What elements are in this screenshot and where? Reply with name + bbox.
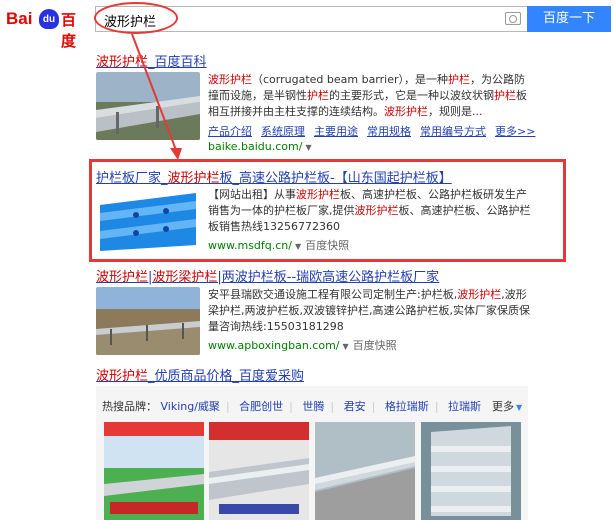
header: Bai du 百度 波形护栏 百度一下 [0,0,615,50]
result-url[interactable]: baike.baidu.com/▼ [208,140,312,153]
result-4: 波形护栏_优质商品价格_百度爱采购 [96,365,304,384]
result-title[interactable]: 波形护栏_优质商品价格_百度爱采购 [96,365,304,384]
brand-link[interactable]: 君安 [344,400,366,413]
product-panel: 热搜品牌： Viking/威聚 | 合肥创世 | 世腾 | 君安 | 格拉瑞斯 | 拉瑞斯… [96,386,528,520]
link-more[interactable]: 更多>> [495,125,535,138]
result-abstract: 安平县瑞欧交通设施工程有限公司定制生产:护栏板,波形护栏,波形梁护栏,两波护栏板… [208,288,530,333]
annotation-highlight-box [89,159,566,262]
brand-link[interactable]: 格拉瑞斯 [385,400,429,413]
brand-link[interactable]: Viking/威聚 [161,400,220,413]
logo-latin: Bai [6,9,33,28]
result-title[interactable]: 波形护栏|波形梁护栏|两波护栏板--瑞欧高速公路护栏板厂家 [96,266,439,285]
snapshot-link[interactable]: 百度快照 [353,339,397,352]
product-image[interactable] [315,422,415,520]
brand-link[interactable]: 合肥创世 [239,400,283,413]
brand-bar: 热搜品牌： Viking/威聚 | 合肥创世 | 世腾 | 君安 | 格拉瑞斯 | 拉瑞斯… [102,400,523,413]
product-image[interactable] [104,422,204,520]
search-button[interactable]: 百度一下 [527,6,611,32]
dropdown-triangle-icon[interactable]: ▼ [305,143,311,152]
result-abstract: 波形护栏（corrugated beam barrier），是一种护栏，为公路防… [208,73,527,118]
link-code[interactable]: 常用编号方式 [420,125,486,138]
more-brands-button[interactable]: 更多 ▼ [492,398,522,414]
paw-logo-icon: du [39,9,59,29]
result-thumbnail[interactable] [96,72,200,140]
brand-link[interactable]: 世腾 [302,400,324,413]
result-1: 波形护栏_百度百科 [96,51,207,70]
result-thumbnail[interactable] [96,287,200,355]
product-image[interactable] [209,422,309,520]
link-spec[interactable]: 常用规格 [367,125,411,138]
product-image[interactable] [421,422,521,520]
title-keyword: 波形护栏 [96,55,149,70]
brand-link[interactable]: 拉瑞斯 [448,400,481,413]
link-usage[interactable]: 主要用途 [314,125,358,138]
title-rest: _百度百科 [148,55,207,70]
hot-brand-label: 热搜品牌： [102,400,157,413]
result-title[interactable]: 波形护栏_百度百科 [96,51,207,70]
result-3: 波形护栏|波形梁护栏|两波护栏板--瑞欧高速公路护栏板厂家 [96,266,439,285]
link-intro[interactable]: 产品介绍 [208,125,252,138]
dropdown-triangle-icon[interactable]: ▼ [342,342,348,351]
link-principle[interactable]: 系统原理 [261,125,305,138]
baidu-logo[interactable]: Bai du 百度 [6,8,90,50]
sublinks: 产品介绍 系统原理 主要用途 常用规格 常用编号方式 更多>> [208,123,544,139]
logo-chinese: 百度 [61,11,77,50]
chevron-down-icon: ▼ [516,403,523,412]
annotation-circle [94,2,178,34]
result-url[interactable]: www.apboxingban.com/▼ 百度快照 [208,337,397,353]
camera-icon[interactable] [505,12,521,25]
